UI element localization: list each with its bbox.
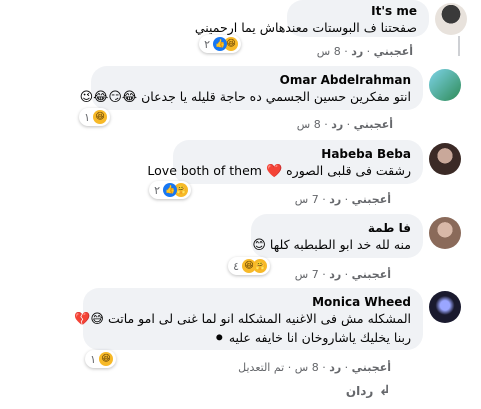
reaction-summary[interactable]: 🤗 😆 ٤ [228, 257, 270, 275]
comment-text: منه لله خد ابو الطبطبه كلها 😊 [252, 237, 411, 253]
reply-link[interactable]: رد [351, 45, 363, 58]
reaction-count: ٢ [154, 183, 160, 197]
avatar[interactable] [429, 291, 461, 323]
like-icon: 👍 [213, 37, 227, 51]
reply-link[interactable]: رد [329, 361, 341, 374]
edited-label: تم التعديل [238, 361, 285, 374]
comment-actions: أعجبني · رد · 8 س [296, 118, 393, 131]
reply-link[interactable]: رد [329, 193, 341, 206]
reaction-count: ١ [84, 110, 90, 124]
timestamp[interactable]: 7 س [295, 268, 319, 281]
reply-link[interactable]: رد [331, 118, 343, 131]
avatar[interactable] [435, 3, 467, 35]
comment-text: انتو مفكرين حسين الجسمي ده حاجة قليله يا… [79, 89, 411, 105]
timestamp[interactable]: 8 س [295, 361, 319, 374]
reply-arrow-icon: ↳ [379, 383, 391, 399]
comment-author[interactable]: Habeba Beba [185, 146, 411, 162]
comment-actions: أعجبني · رد · 8 س · تم التعديل [238, 361, 391, 374]
reaction-summary[interactable]: 😆 ١ [79, 108, 110, 126]
comment-bubble: Omar Abdelrahman انتو مفكرين حسين الجسمي… [79, 66, 423, 110]
comment-bubble: It's me صفحتنا ف البوستات معندهاش يما ار… [194, 0, 429, 37]
comment-bubble: Monica Wheed المشكله مش فى الاغنيه المشك… [74, 288, 423, 350]
timestamp[interactable]: 7 س [295, 193, 319, 206]
emoji: 😂😏😂😉 [79, 90, 138, 105]
comment-text: صفحتنا ف البوستات معندهاش يما ارحميني [194, 20, 417, 35]
timestamp[interactable]: 8 س [317, 45, 341, 58]
reaction-summary[interactable]: 😆 ١ [85, 350, 116, 368]
emoji: ⚫ [213, 331, 225, 346]
haha-icon: 😆 [242, 259, 256, 273]
heart-emoji: ❤️ [265, 164, 283, 179]
reaction-summary[interactable]: 😆 👍 ٢ [199, 35, 241, 53]
comment-author[interactable]: Omar Abdelrahman [103, 72, 411, 88]
like-link[interactable]: أعجبني [374, 45, 413, 58]
replies-count-label: ردان [345, 384, 374, 398]
comment-author[interactable]: It's me [299, 3, 417, 19]
like-link[interactable]: أعجبني [352, 193, 391, 206]
comment-actions: أعجبني · رد · 8 س [316, 45, 413, 58]
emoji: 😊 [252, 238, 266, 253]
reply-link[interactable]: رد [329, 268, 341, 281]
comment-actions: أعجبني · رد · 7 س [294, 193, 391, 206]
comment-bubble: فا طمة منه لله خد ابو الطبطبه كلها 😊 [251, 214, 423, 258]
view-replies-link[interactable]: ↳ ردان [346, 383, 391, 399]
haha-icon: 😆 [93, 110, 107, 124]
haha-icon: 😆 [99, 352, 113, 366]
thread-line [458, 36, 460, 56]
avatar[interactable] [429, 143, 461, 175]
timestamp[interactable]: 8 س [297, 118, 321, 131]
comment-author[interactable]: Monica Wheed [95, 294, 411, 310]
comment-text: ربنا يخليك ياشاروخان انا خايفه عليه ⚫ [213, 330, 411, 346]
like-icon: 👍 [163, 183, 177, 197]
reaction-count: ٢ [204, 37, 210, 51]
like-link[interactable]: أعجبني [352, 268, 391, 281]
reaction-count: ١ [90, 352, 96, 366]
comment-text: المشكله مش فى الاغنيه المشكله انو لما غن… [74, 311, 411, 327]
comment-author[interactable]: فا طمة [263, 220, 411, 236]
comment-text: رشقت فى قلبى الصوره ❤️ Love both of them [147, 163, 411, 179]
like-link[interactable]: أعجبني [352, 361, 391, 374]
reaction-count: ٤ [233, 259, 239, 273]
emoji: 😅💔 [74, 312, 104, 327]
avatar[interactable] [429, 69, 461, 101]
like-link[interactable]: أعجبني [354, 118, 393, 131]
comment-actions: أعجبني · رد · 7 س [294, 268, 391, 281]
reaction-summary[interactable]: 🤗 👍 ٢ [149, 181, 191, 199]
avatar[interactable] [429, 217, 461, 249]
comment-bubble: Habeba Beba رشقت فى قلبى الصوره ❤️ Love … [147, 140, 423, 184]
